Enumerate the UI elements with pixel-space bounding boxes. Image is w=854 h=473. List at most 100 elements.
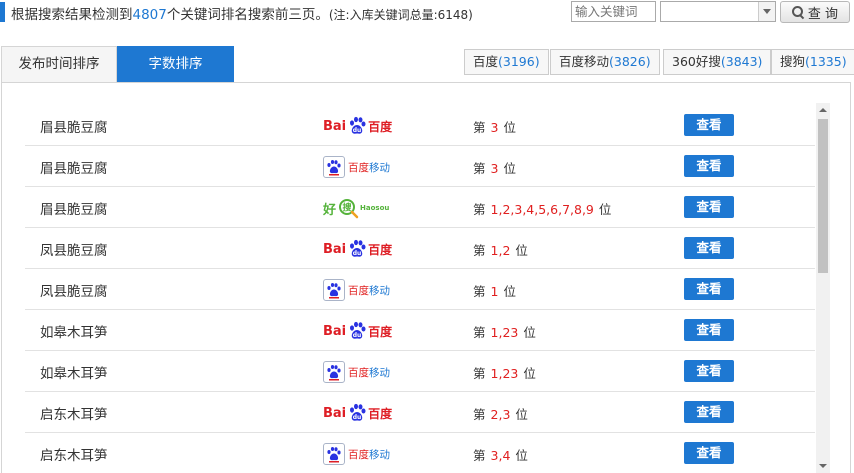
engine-name: 百度: [473, 54, 499, 69]
view-button[interactable]: 查看: [684, 155, 734, 177]
rank-text: 第1位: [473, 284, 516, 299]
keyword-input[interactable]: [571, 1, 656, 22]
summary-suffix: 个关键词排名搜索前三页。: [166, 7, 329, 23]
accent-bar: [0, 2, 5, 22]
engine-filter-sogou[interactable]: 搜狗(1335): [771, 49, 854, 75]
baidu-paw-icon: du: [350, 239, 366, 257]
engine-filter-baidu[interactable]: 百度(3196): [464, 49, 549, 75]
keyword-count: 4807: [132, 7, 167, 23]
baidu-mobile-logo: 百度移动: [323, 154, 390, 180]
baidu-mobile-logo: 百度移动: [323, 359, 390, 385]
svg-text:du: du: [353, 332, 362, 339]
rank-positions: 1,23: [490, 325, 519, 340]
scroll-up-icon[interactable]: [816, 103, 830, 117]
keyword-text: 眉县脆豆腐: [40, 161, 108, 177]
keyword-text: 凤县脆豆腐: [40, 243, 108, 259]
rank-text: 第 1,23 位: [473, 325, 536, 340]
view-button[interactable]: 查看: [684, 442, 734, 464]
results-panel: 眉县脆豆腐 Bai du 百度第 3 位查看 眉县脆豆腐 百度移动第 3 位查看 眉县脆豆腐好搜 Ha…: [1, 82, 851, 473]
summary-note: (注:入库关键词总量:6148): [328, 8, 473, 22]
engine-count: (1335): [805, 54, 847, 69]
baidu-mobile-logo: 百度移动: [323, 277, 390, 303]
engine-select[interactable]: [660, 1, 776, 22]
rank-text: 第 1,23 位: [473, 366, 536, 381]
scroll-thumb[interactable]: [818, 119, 828, 273]
scroll-down-icon[interactable]: [816, 459, 830, 473]
rank-positions: 1,2,3,4,5,6,7,8,9: [490, 202, 594, 217]
table-row: 启东木耳笋 百度移动 第 3,4 位 查看: [25, 433, 815, 473]
rank-positions: 1,23: [490, 366, 519, 381]
view-button[interactable]: 查看: [684, 114, 734, 136]
engine-filter-360[interactable]: 360好搜(3843): [663, 49, 772, 75]
table-row: 如皋木耳笋 百度移动 第 1,23 位 查看: [25, 351, 815, 392]
results-list: 眉县脆豆腐 Bai du 百度第 3 位查看 眉县脆豆腐 百度移动第 3 位查看 眉县脆豆腐好搜 Ha…: [25, 105, 815, 473]
rank-text: 第 2,3 位: [473, 407, 528, 422]
tab-publish-time[interactable]: 发布时间排序: [1, 46, 117, 82]
baidu-paw-icon: du: [350, 116, 366, 134]
baidu-logo: Bai du 百度: [323, 236, 392, 262]
svg-text:du: du: [353, 250, 362, 257]
engine-count: (3826): [609, 54, 651, 69]
baidu-mobile-icon: [323, 156, 345, 178]
view-button[interactable]: 查看: [684, 401, 734, 423]
baidu-paw-icon: du: [350, 321, 366, 339]
engine-count: (3843): [720, 54, 763, 69]
engine-name: 360好搜: [672, 54, 721, 69]
engine-name: 搜狗: [780, 54, 806, 69]
haosou-logo: 好搜 Haosou: [323, 195, 389, 221]
table-row: 眉县脆豆腐 Bai du 百度 第 3 位 查看: [25, 105, 815, 146]
rank-positions: 1,2: [490, 243, 511, 258]
baidu-logo: Bai du 百度: [323, 400, 392, 426]
view-button[interactable]: 查看: [684, 196, 734, 218]
keyword-text: 凤县脆豆腐: [40, 284, 108, 300]
search-button[interactable]: 查 询: [780, 1, 850, 23]
summary-bar: 根据搜索结果检测到4807个关键词排名搜索前三页。(注:入库关键词总量:6148…: [0, 0, 854, 26]
table-row: 眉县脆豆腐 百度移动 第 3 位 查看: [25, 146, 815, 187]
tab-word-count[interactable]: 字数排序: [117, 46, 234, 82]
rank-text: 第 3,4 位: [473, 448, 528, 463]
haosou-search-icon: 搜: [339, 199, 359, 219]
keyword-text: 如皋木耳笋: [40, 366, 108, 382]
search-button-label: 查 询: [807, 6, 839, 22]
table-row: 凤县脆豆腐 Bai du 百度 第 1,2 位 查看: [25, 228, 815, 269]
table-row: 凤县脆豆腐 百度移动 第 1 位 查看: [25, 269, 815, 310]
rank-positions: 2,3: [490, 407, 511, 422]
rank-text: 第 1,2,3,4,5,6,7,8,9 位: [473, 202, 612, 217]
table-row: 眉县脆豆腐 好搜 Haosou 第 1,2,3,4,5,6,7,8,9 位 查看: [25, 187, 815, 228]
rank-text: 第3位: [473, 120, 516, 135]
keyword-text: 启东木耳笋: [40, 448, 108, 464]
rank-positions: 3,4: [490, 448, 511, 463]
view-button[interactable]: 查看: [684, 360, 734, 382]
baidu-mobile-icon: [323, 279, 345, 301]
svg-text:du: du: [353, 127, 362, 134]
keyword-text: 眉县脆豆腐: [40, 202, 108, 218]
table-row: 如皋木耳笋 Bai du 百度 第 1,23 位 查看: [25, 310, 815, 351]
keyword-text: 启东木耳笋: [40, 407, 108, 423]
keyword-text: 眉县脆豆腐: [40, 120, 108, 136]
baidu-logo: Bai du 百度: [323, 113, 392, 139]
engine-count: (3196): [498, 54, 540, 69]
engine-filter-baidu-mobile[interactable]: 百度移动(3826): [550, 49, 660, 75]
scrollbar[interactable]: [816, 103, 830, 473]
table-row: 启东木耳笋 Bai du 百度 第 2,3 位 查看: [25, 392, 815, 433]
search-icon: [791, 6, 804, 18]
view-button[interactable]: 查看: [684, 319, 734, 341]
summary-prefix: 根据搜索结果检测到: [11, 7, 133, 23]
baidu-mobile-icon: [323, 361, 345, 383]
svg-text:du: du: [353, 414, 362, 421]
baidu-mobile-icon: [323, 443, 345, 465]
summary-text: 根据搜索结果检测到4807个关键词排名搜索前三页。(注:入库关键词总量:6148…: [11, 3, 473, 23]
engine-name: 百度移动: [559, 54, 610, 69]
view-button[interactable]: 查看: [684, 237, 734, 259]
rank-text: 第3位: [473, 161, 516, 176]
sort-tabs: 发布时间排序 字数排序: [1, 46, 234, 82]
view-button[interactable]: 查看: [684, 278, 734, 300]
baidu-mobile-logo: 百度移动: [323, 441, 390, 467]
chevron-down-icon[interactable]: [758, 2, 775, 21]
rank-text: 第 1,2 位: [473, 243, 528, 258]
rank-positions: 3: [490, 120, 499, 135]
keyword-text: 如皋木耳笋: [40, 325, 108, 341]
baidu-logo: Bai du 百度: [323, 318, 392, 344]
rank-positions: 3: [490, 161, 499, 176]
rank-positions: 1: [490, 284, 499, 299]
